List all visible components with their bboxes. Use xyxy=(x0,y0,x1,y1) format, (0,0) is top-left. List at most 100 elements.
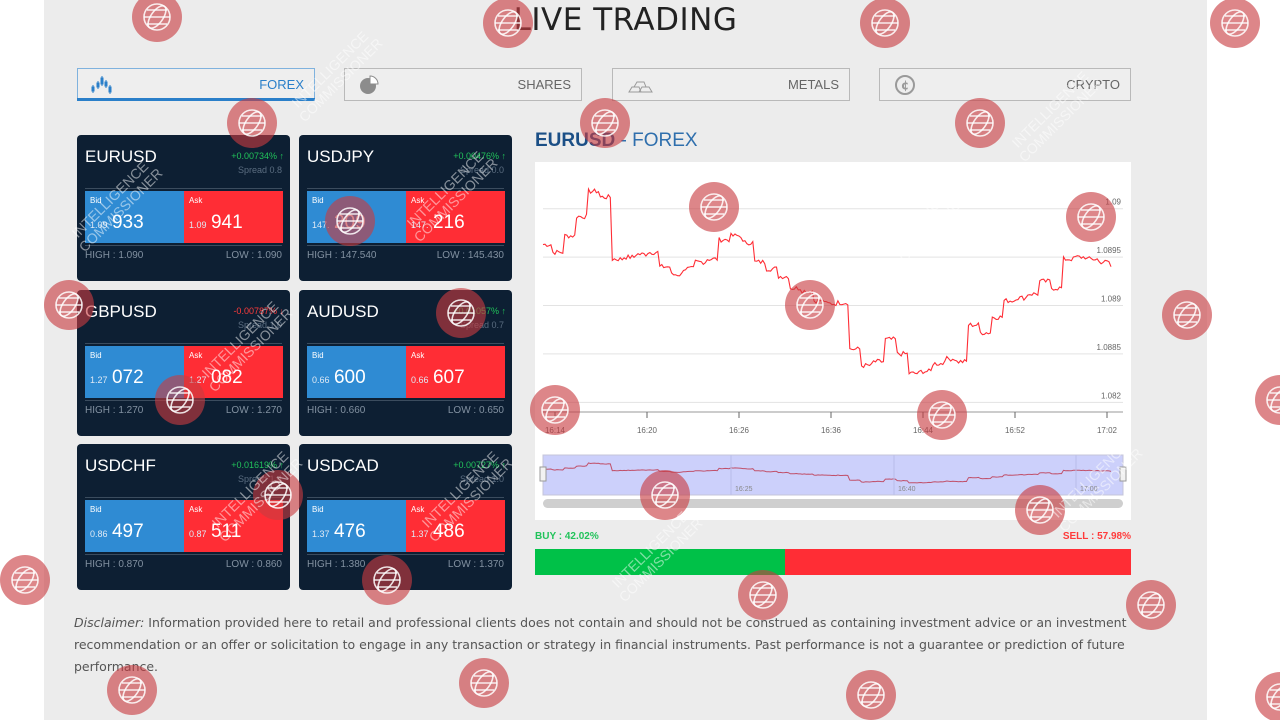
ask-price: 0.87 511 xyxy=(189,521,241,543)
bid-button[interactable]: Bid 0.86 497 xyxy=(85,500,184,552)
low-value: LOW : 145.430 xyxy=(436,250,504,261)
instrument-card-usdcad[interactable]: USDCAD +0.00727% ↑ Spread 1.0 Bid 1.37 476 As… xyxy=(299,444,512,590)
change-value: +0.01057% xyxy=(453,306,499,316)
arrow-up-icon: ↑ xyxy=(498,306,506,316)
navigator-scrollbar[interactable] xyxy=(543,499,1123,508)
bid-price-prefix: 1.27 xyxy=(90,375,108,385)
price-line xyxy=(542,186,1112,375)
bid-button[interactable]: Bid 1.09 933 xyxy=(85,191,184,243)
globe-icon xyxy=(0,555,50,605)
bid-price-prefix: 1.37 xyxy=(312,529,330,539)
globe-icon xyxy=(1210,0,1260,48)
tab-metals[interactable]: METALS xyxy=(612,68,850,101)
bid-button[interactable]: Bid 0.66 600 xyxy=(307,346,406,398)
x-tick-label: 17:02 xyxy=(1097,426,1118,435)
divider xyxy=(85,554,282,555)
bid-label: Bid xyxy=(90,351,102,360)
ask-price-prefix: 0.66 xyxy=(411,375,429,385)
bid-label: Bid xyxy=(312,505,324,514)
navigator-handle-left[interactable] xyxy=(539,466,547,482)
tab-shares[interactable]: SHARES xyxy=(344,68,582,101)
instrument-card-gbpusd[interactable]: GBPUSD -0.00787% ↓ Spread 1.0 Bid 1.27 072 As… xyxy=(77,290,290,436)
bid-price-pips: 209 xyxy=(333,212,366,233)
ask-button[interactable]: Ask 1.37 486 xyxy=(406,500,505,552)
instrument-symbol: AUDUSD xyxy=(307,302,379,321)
sentiment-bar xyxy=(535,549,1131,575)
ask-button[interactable]: Ask 1.09 941 xyxy=(184,191,283,243)
bid-button[interactable]: Bid 1.37 476 xyxy=(307,500,406,552)
ask-label: Ask xyxy=(189,351,203,360)
divider xyxy=(307,554,504,555)
change-percent: +0.00734% ↑ xyxy=(231,151,284,161)
instrument-symbol: USDCHF xyxy=(85,456,156,475)
low-value: LOW : 1.090 xyxy=(225,250,282,261)
buy-bar xyxy=(535,549,786,575)
ask-button[interactable]: Ask 1.27 082 xyxy=(184,346,283,398)
y-tick-label: 1.09 xyxy=(1105,198,1121,207)
ask-price-pips: 216 xyxy=(432,212,465,233)
bid-price: 0.66 600 xyxy=(312,367,366,389)
ask-button[interactable]: Ask 0.66 607 xyxy=(406,346,505,398)
bid-price-pips: 497 xyxy=(111,521,144,542)
bid-price-prefix: 0.66 xyxy=(312,375,330,385)
high-value: HIGH : 0.870 xyxy=(85,559,144,570)
ask-price-prefix: 1.27 xyxy=(189,375,207,385)
bid-label: Bid xyxy=(90,196,102,205)
ask-price-prefix: 0.87 xyxy=(189,529,207,539)
bid-label: Bid xyxy=(312,196,324,205)
ask-button[interactable]: Ask 0.87 511 xyxy=(184,500,283,552)
x-tick-label: 16:44 xyxy=(913,426,934,435)
instrument-card-eurusd[interactable]: EURUSD +0.00734% ↑ Spread 0.8 Bid 1.09 933 As… xyxy=(77,135,290,281)
divider xyxy=(307,497,504,498)
navigator-handle-right[interactable] xyxy=(1119,466,1127,482)
change-value: +0.01619% xyxy=(231,460,277,470)
svg-text:¢: ¢ xyxy=(901,79,909,93)
tab-label: FOREX xyxy=(259,77,304,92)
bid-price-prefix: 1.09 xyxy=(90,220,108,230)
instrument-symbol: USDJPY xyxy=(307,147,375,166)
ask-price-prefix: 1.37 xyxy=(411,529,429,539)
ask-price-pips: 486 xyxy=(432,521,465,542)
buy-percent-label: BUY : 42.02% xyxy=(535,531,599,542)
bid-label: Bid xyxy=(312,351,324,360)
chart-separator: - xyxy=(615,130,633,151)
divider xyxy=(85,188,282,189)
disclaimer-text: Information provided here to retail and … xyxy=(74,615,1127,674)
ask-price: 147. 216 xyxy=(411,212,465,234)
y-tick-label: 1.0885 xyxy=(1097,343,1122,352)
high-value: HIGH : 1.090 xyxy=(85,250,144,261)
spread: Spread 0.8 xyxy=(237,165,282,175)
x-tick-label: 16:14 xyxy=(545,426,566,435)
price-chart-svg[interactable]: 1.09 1.0895 1.089 1.0885 1.082 16:14 16:20 16:2… xyxy=(535,162,1131,520)
divider xyxy=(307,400,504,401)
tab-label: SHARES xyxy=(517,77,571,92)
ask-label: Ask xyxy=(411,196,425,205)
bid-price-pips: 600 xyxy=(333,367,366,388)
tab-forex[interactable]: FOREX xyxy=(77,68,315,101)
globe-icon xyxy=(1255,672,1280,720)
ask-price-pips: 082 xyxy=(210,367,243,388)
sell-bar xyxy=(785,549,1131,575)
instrument-card-audusd[interactable]: AUDUSD +0.01057% ↑ Spread 0.7 Bid 0.66 600 As… xyxy=(299,290,512,436)
divider xyxy=(307,245,504,246)
instrument-card-usdchf[interactable]: USDCHF +0.01619% ↑ Spread 1.4 Bid 0.86 497 As… xyxy=(77,444,290,590)
tab-crypto[interactable]: ¢ CRYPTO xyxy=(879,68,1131,101)
arrow-up-icon: ↑ xyxy=(498,151,506,161)
divider xyxy=(307,188,504,189)
ask-price-pips: 511 xyxy=(210,521,242,542)
chart-symbol: EURUSD xyxy=(535,130,616,151)
divider xyxy=(307,343,504,344)
ask-button[interactable]: Ask 147. 216 xyxy=(406,191,505,243)
x-tick-label: 16:26 xyxy=(729,426,750,435)
navigator-label: 17:00 xyxy=(1080,486,1098,493)
bid-button[interactable]: Bid 1.27 072 xyxy=(85,346,184,398)
arrow-up-icon: ↑ xyxy=(498,460,506,470)
price-chart[interactable]: 1.09 1.0895 1.089 1.0885 1.082 16:14 16:20 16:2… xyxy=(535,162,1131,520)
spread: Spread 1.4 xyxy=(237,474,282,484)
cent-coin-icon: ¢ xyxy=(895,75,915,95)
bid-button[interactable]: Bid 147. 209 xyxy=(307,191,406,243)
x-tick-label: 16:20 xyxy=(637,426,658,435)
divider xyxy=(85,497,282,498)
change-percent: +0.00727% ↑ xyxy=(453,460,506,470)
instrument-card-usdjpy[interactable]: USDJPY +0.00476% ↑ Spread 0.0 Bid 147. 209 As… xyxy=(299,135,512,281)
